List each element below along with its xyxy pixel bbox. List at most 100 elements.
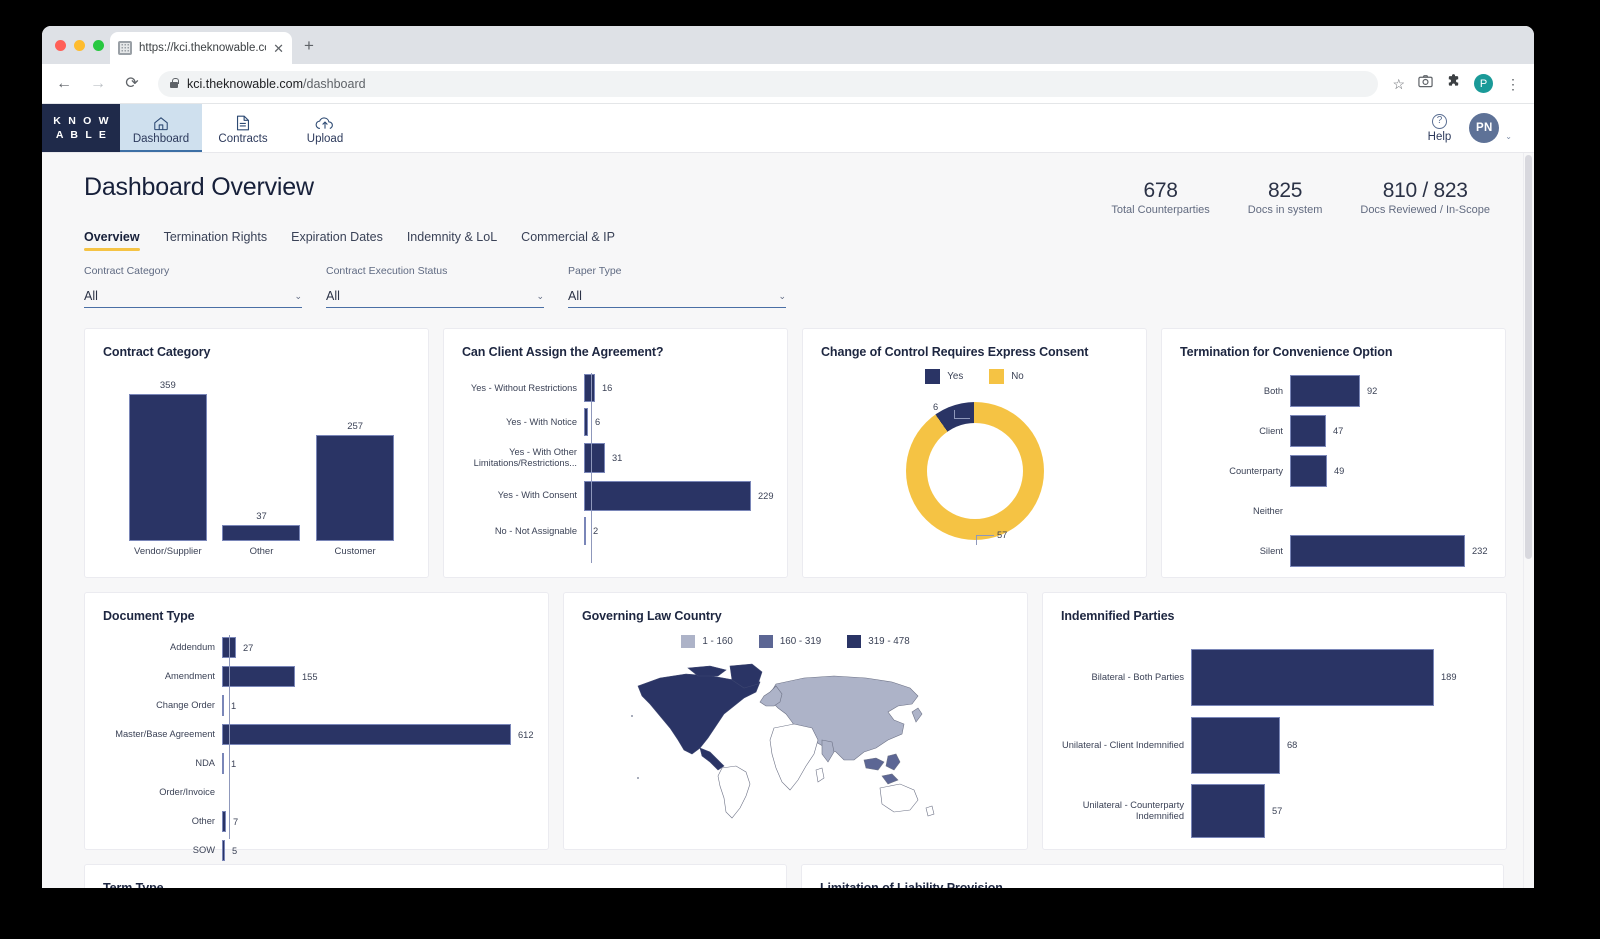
address-bar[interactable]: kci.theknowable.com/dashboard — [158, 71, 1378, 97]
browser-tab[interactable]: https://kci.theknowable.com/d ✕ — [110, 32, 292, 64]
legend-swatch — [925, 369, 940, 384]
card-title: Document Type — [103, 609, 530, 623]
legend-item-bin-1[interactable]: 1 - 160 — [681, 635, 733, 648]
slice-value-no: 57 — [997, 530, 1007, 540]
chart-governing-law-map — [582, 652, 1009, 837]
tab-commercial-ip[interactable]: Commercial & IP — [521, 230, 615, 251]
filter-select[interactable]: All ⌄ — [568, 285, 786, 308]
bar[interactable] — [1290, 455, 1327, 487]
tab-termination-rights[interactable]: Termination Rights — [164, 230, 268, 251]
card-change-of-control: Change of Control Requires Express Conse… — [802, 328, 1147, 578]
browser-menu-icon[interactable]: ⋮ — [1506, 77, 1520, 91]
filter-select[interactable]: All ⌄ — [326, 285, 544, 308]
stat-docs-reviewed: 810 / 823 Docs Reviewed / In-Scope — [1360, 179, 1490, 216]
filter-select[interactable]: All ⌄ — [84, 285, 302, 308]
bar-group: 37 Other — [222, 369, 300, 541]
tab-indemnity-lol[interactable]: Indemnity & LoL — [407, 230, 497, 251]
scrollbar-thumb[interactable] — [1525, 155, 1532, 559]
card-title: Limitation of Liability Provision — [820, 881, 1485, 888]
chart-termination-convenience: Both 92 Client 47 Counterparty — [1180, 373, 1487, 569]
navbar-right-group: ? Help PN ⌄ — [1428, 104, 1534, 152]
forward-button[interactable]: → — [88, 76, 108, 92]
close-tab-icon[interactable]: ✕ — [273, 42, 284, 55]
new-tab-button[interactable]: + — [304, 37, 314, 54]
browser-tab-strip: https://kci.theknowable.com/d ✕ + — [42, 26, 1534, 64]
table-row: NDA 1 — [103, 751, 530, 776]
legend-item-bin-2[interactable]: 160 - 319 — [759, 635, 821, 648]
nav-item-dashboard[interactable]: Dashboard — [120, 104, 202, 152]
bar-label: Other — [250, 546, 274, 557]
bar[interactable] — [1191, 649, 1434, 706]
bar[interactable] — [222, 724, 511, 745]
bar-label: Yes - With Other Limitations/Restriction… — [462, 447, 584, 468]
legend-item-yes[interactable]: Yes — [925, 369, 963, 384]
summary-stats: 678 Total Counterparties 825 Docs in sys… — [1111, 173, 1490, 216]
url-path: /dashboard — [303, 77, 366, 91]
bookmark-star-icon[interactable]: ☆ — [1392, 77, 1405, 91]
bar[interactable] — [222, 525, 300, 541]
bar[interactable] — [584, 481, 751, 511]
legend-item-bin-3[interactable]: 319 - 478 — [847, 635, 909, 648]
bar-label: Customer — [335, 546, 376, 557]
table-row: Counterparty 49 — [1180, 453, 1487, 489]
window-traffic-lights[interactable] — [55, 40, 104, 51]
tab-expiration-dates[interactable]: Expiration Dates — [291, 230, 383, 251]
legend-item-no[interactable]: No — [989, 369, 1024, 384]
nav-item-upload[interactable]: Upload — [284, 104, 366, 152]
close-window-button[interactable] — [55, 40, 66, 51]
bar[interactable] — [222, 666, 295, 687]
reload-button[interactable]: ⟳ — [122, 76, 142, 92]
chrome-profile-avatar[interactable]: P — [1474, 74, 1493, 93]
bar[interactable] — [316, 435, 394, 541]
minimize-window-button[interactable] — [74, 40, 85, 51]
stat-value: 825 — [1248, 179, 1323, 203]
legend-swatch — [989, 369, 1004, 384]
bar[interactable] — [1191, 784, 1265, 838]
chevron-down-icon: ⌄ — [536, 291, 544, 302]
world-map-svg[interactable] — [626, 656, 966, 826]
card-contract-category: Contract Category 359 Vendor/Supplier 37 — [84, 328, 429, 578]
back-button[interactable]: ← — [54, 76, 74, 92]
table-row: Client 47 — [1180, 413, 1487, 449]
bar[interactable] — [1290, 535, 1465, 567]
bar-value: 5 — [225, 846, 237, 856]
nav-item-contracts[interactable]: Contracts — [202, 104, 284, 152]
bar[interactable] — [1290, 375, 1360, 407]
card-title: Termination for Convenience Option — [1180, 345, 1487, 359]
bar[interactable] — [584, 443, 605, 473]
bar[interactable] — [1191, 717, 1280, 774]
chevron-down-icon[interactable]: ⌄ — [1505, 132, 1512, 141]
donut-chart[interactable] — [906, 402, 1044, 540]
card-title: Indemnified Parties — [1061, 609, 1488, 623]
url-host: kci.theknowable.com — [187, 77, 303, 91]
bar-label: Bilateral - Both Parties — [1061, 672, 1191, 683]
bar-value: 1 — [224, 701, 236, 711]
help-button[interactable]: ? Help — [1428, 114, 1452, 143]
bar-value: 1 — [224, 759, 236, 769]
chart-legend: Yes No — [821, 369, 1128, 384]
bar-label: Other — [103, 816, 222, 827]
table-row: No - Not Assignable 2 — [462, 516, 769, 546]
logo-line-2: A B L E — [56, 128, 108, 142]
user-avatar[interactable]: PN — [1469, 113, 1499, 143]
bar[interactable] — [129, 394, 207, 541]
bar-value: 232 — [1465, 546, 1488, 556]
table-row: Both 92 — [1180, 373, 1487, 409]
maximize-window-button[interactable] — [93, 40, 104, 51]
tab-overview[interactable]: Overview — [84, 230, 140, 251]
extensions-puzzle-icon[interactable] — [1446, 74, 1461, 94]
chart-document-type: Addendum 27 Amendment 155 Change Order — [103, 635, 530, 863]
bar-value: 257 — [347, 421, 363, 432]
chart-can-client-assign: Yes - Without Restrictions 16 Yes - With… — [462, 373, 769, 546]
bar[interactable] — [584, 374, 595, 402]
card-governing-law-country: Governing Law Country 1 - 160 160 - 319 — [563, 592, 1028, 850]
filter-paper-type: Paper Type All ⌄ — [568, 265, 786, 308]
help-label: Help — [1428, 131, 1452, 143]
knowable-logo[interactable]: K N O W A B L E — [42, 104, 120, 152]
filter-contract-category: Contract Category All ⌄ — [84, 265, 302, 308]
screenshot-camera-icon[interactable] — [1418, 74, 1433, 93]
bar[interactable] — [1290, 415, 1326, 447]
filter-value: All — [84, 289, 98, 303]
vertical-scrollbar[interactable] — [1523, 153, 1534, 888]
bar-label: Addendum — [103, 642, 222, 653]
